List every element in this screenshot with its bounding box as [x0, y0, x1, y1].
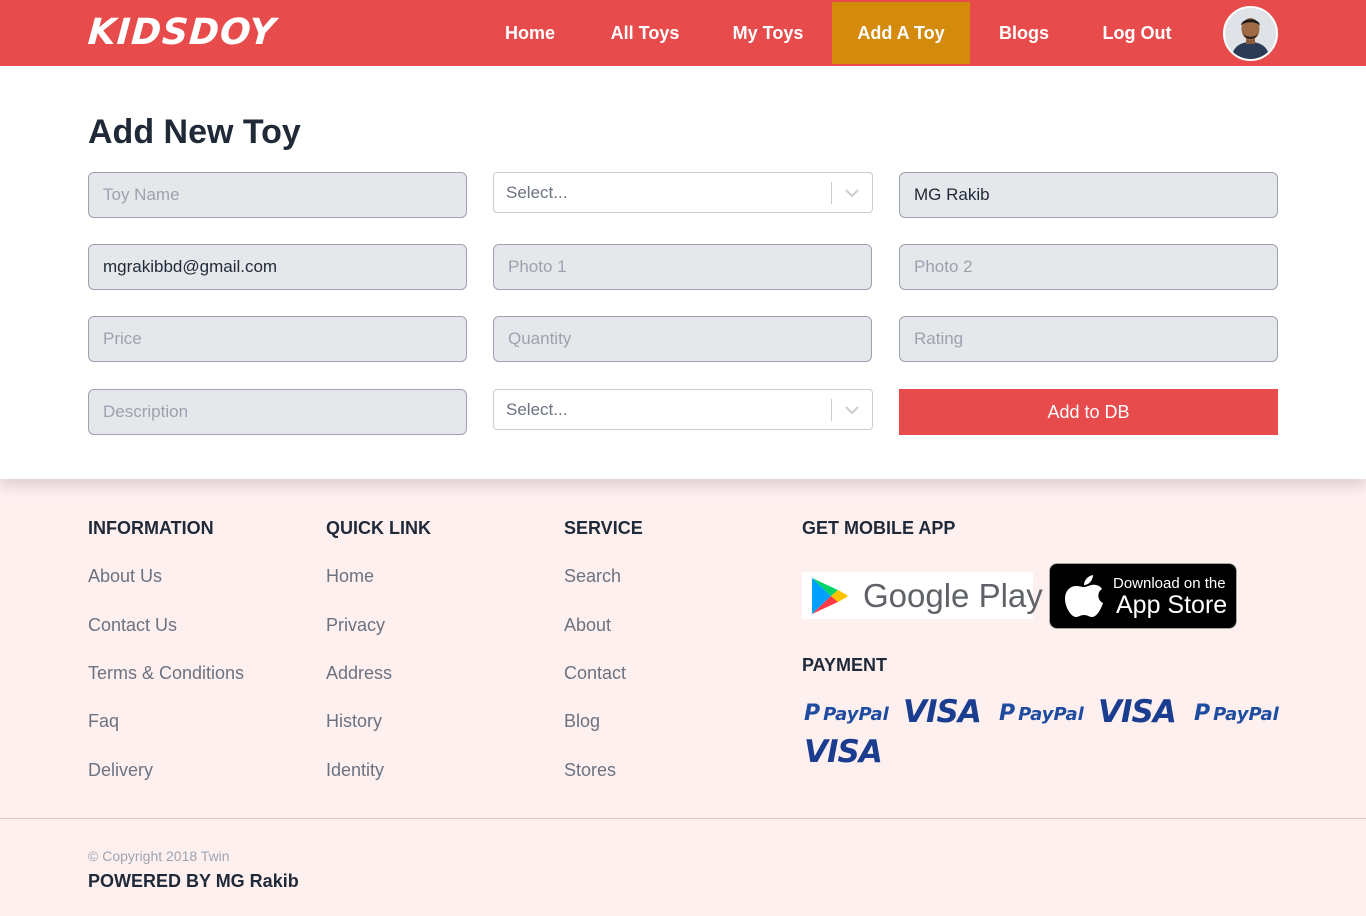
- footer-link-delivery[interactable]: Delivery: [88, 760, 153, 781]
- photo-2-input[interactable]: [899, 244, 1278, 290]
- toy-name-input[interactable]: [88, 172, 467, 218]
- footer-link-contact-us[interactable]: Contact Us: [88, 615, 177, 636]
- nav-my-toys[interactable]: My Toys: [724, 2, 812, 64]
- footer-link-identity[interactable]: Identity: [326, 760, 384, 781]
- footer-link-home[interactable]: Home: [326, 566, 374, 587]
- paypal-logo-text: PayPal: [823, 704, 889, 725]
- paypal-logo: P PayPal: [999, 701, 1084, 726]
- seller-email-input[interactable]: [88, 244, 467, 290]
- top-navbar: KIDSDOY Home All Toys My Toys Add A Toy …: [0, 0, 1366, 66]
- nav-blogs[interactable]: Blogs: [992, 2, 1056, 64]
- nav-home[interactable]: Home: [492, 2, 568, 64]
- footer-heading-information: INFORMATION: [88, 518, 214, 538]
- copyright-text: © Copyright 2018 Twin: [88, 848, 230, 864]
- description-input[interactable]: [88, 389, 467, 435]
- footer-link-about[interactable]: About: [564, 615, 611, 636]
- app-store-badge[interactable]: Download on the App Store: [1049, 563, 1237, 629]
- footer-link-blog[interactable]: Blog: [564, 711, 600, 732]
- google-play-icon: [812, 578, 848, 614]
- footer-link-terms[interactable]: Terms & Conditions: [88, 663, 244, 684]
- app-store-label: App Store: [1116, 591, 1228, 619]
- footer-link-privacy[interactable]: Privacy: [326, 615, 385, 636]
- powered-by-text: POWERED BY MG Rakib: [88, 871, 299, 891]
- site-logo[interactable]: KIDSDOY: [87, 12, 278, 54]
- visa-logo: VISA: [903, 694, 982, 730]
- footer-heading-quick-link: QUICK LINK: [326, 518, 431, 538]
- photo-1-input[interactable]: [493, 244, 872, 290]
- paypal-logo: P PayPal: [804, 701, 889, 726]
- select-separator: [831, 182, 832, 204]
- page-title: Add New Toy: [88, 113, 301, 151]
- footer-heading-mobile-app: GET MOBILE APP: [802, 518, 956, 538]
- subcategory-select-placeholder: Select...: [506, 400, 568, 419]
- google-play-badge[interactable]: Google Play: [802, 572, 1043, 619]
- quantity-input[interactable]: [493, 316, 872, 362]
- nav-add-a-toy[interactable]: Add A Toy: [832, 2, 970, 64]
- footer-link-stores[interactable]: Stores: [564, 760, 616, 781]
- rating-input[interactable]: [899, 316, 1278, 362]
- add-to-db-button[interactable]: Add to DB: [899, 389, 1278, 435]
- category-select[interactable]: Select...: [493, 172, 873, 213]
- chevron-down-icon[interactable]: [844, 403, 860, 417]
- paypal-logo-text: PayPal: [1213, 704, 1279, 725]
- price-input[interactable]: [88, 316, 467, 362]
- footer-link-faq[interactable]: Faq: [88, 711, 119, 732]
- visa-logo: VISA: [1098, 694, 1177, 730]
- nav-all-toys[interactable]: All Toys: [604, 2, 686, 64]
- seller-name-input[interactable]: [899, 172, 1278, 218]
- footer-link-history[interactable]: History: [326, 711, 382, 732]
- chevron-down-icon[interactable]: [844, 186, 860, 200]
- app-store-caption: Download on the: [1113, 575, 1226, 592]
- paypal-logo-text: PayPal: [1018, 704, 1084, 725]
- footer-link-address[interactable]: Address: [326, 663, 392, 684]
- footer-heading-payment: PAYMENT: [802, 655, 888, 675]
- google-play-label: Google Play: [863, 577, 1043, 614]
- footer-heading-service: SERVICE: [564, 518, 643, 538]
- user-avatar[interactable]: [1223, 6, 1278, 61]
- select-separator: [831, 399, 832, 421]
- footer-link-contact[interactable]: Contact: [564, 663, 626, 684]
- subcategory-select[interactable]: Select...: [493, 389, 873, 430]
- category-select-placeholder: Select...: [506, 183, 568, 202]
- paypal-logo: P PayPal: [1194, 701, 1279, 726]
- footer-link-about-us[interactable]: About Us: [88, 566, 162, 587]
- footer-link-search[interactable]: Search: [564, 566, 621, 587]
- visa-logo: VISA: [804, 734, 883, 770]
- apple-icon: [1065, 575, 1103, 617]
- nav-log-out[interactable]: Log Out: [1096, 2, 1178, 64]
- user-photo-icon: [1225, 8, 1276, 59]
- footer-divider: [0, 818, 1366, 819]
